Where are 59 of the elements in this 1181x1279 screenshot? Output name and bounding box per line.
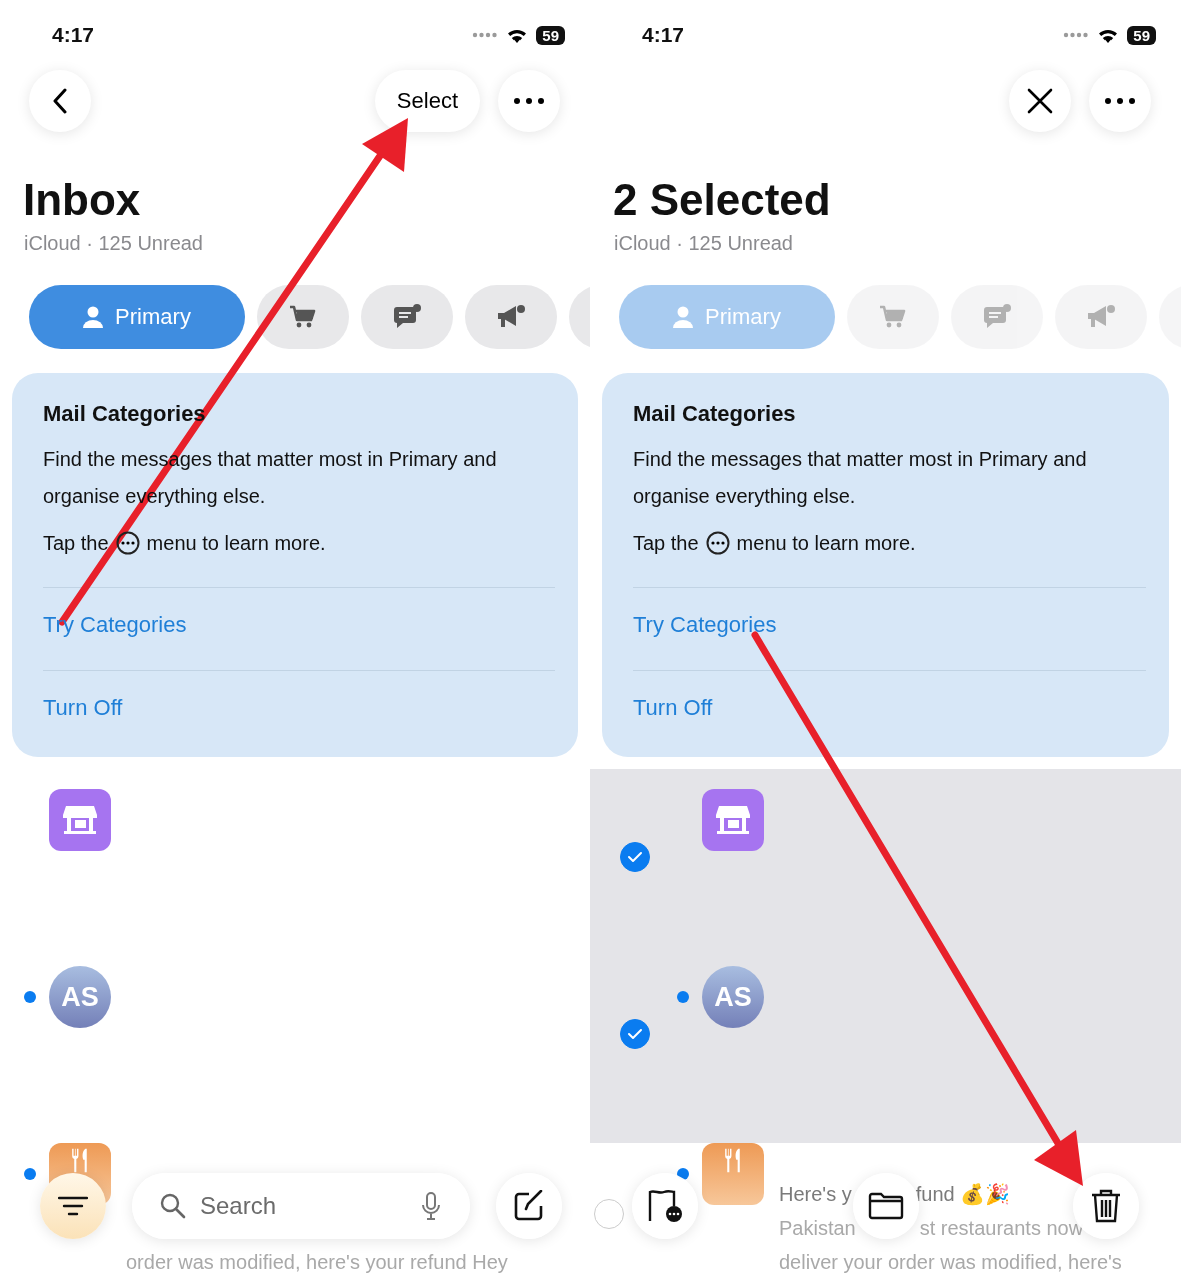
cart-tab[interactable] bbox=[257, 285, 349, 349]
filter-icon bbox=[58, 1196, 88, 1216]
checkmark-icon bbox=[627, 1028, 643, 1040]
message-text: deliver your order was modified, here's bbox=[779, 1250, 1122, 1275]
ellipsis-icon bbox=[1105, 98, 1135, 104]
message-text: Here's y bbox=[779, 1182, 852, 1207]
mailbox-title: Inbox bbox=[23, 174, 142, 226]
mailbox-title: 2 Selected bbox=[613, 174, 832, 226]
select-checkbox[interactable] bbox=[620, 842, 650, 872]
signal-icon bbox=[472, 32, 499, 38]
card-link[interactable]: Try Categories bbox=[633, 612, 1138, 638]
flag-icon bbox=[647, 1189, 683, 1223]
category-tab[interactable]: Primary bbox=[29, 285, 245, 349]
select-button[interactable]: Select bbox=[374, 70, 480, 132]
ellipsis-circle-icon bbox=[705, 531, 730, 555]
message-text: order was modified, here's your refund Hey bbox=[126, 1250, 508, 1275]
card-hint: menu to learn more. bbox=[146, 531, 326, 555]
message-text: Pakistan bbox=[779, 1216, 856, 1241]
ellipsis-icon bbox=[514, 98, 544, 104]
checkmark-icon bbox=[627, 851, 643, 863]
trash-icon bbox=[1091, 1189, 1121, 1223]
battery-level: 59 bbox=[536, 25, 565, 45]
card-link[interactable]: Turn Off bbox=[633, 695, 1138, 721]
card-link[interactable]: Try Categories bbox=[43, 612, 547, 638]
card-hint: Tap the bbox=[43, 531, 109, 555]
storefront-icon bbox=[715, 804, 751, 836]
initials-avatar: AS bbox=[702, 966, 764, 1028]
status-time: 4:17 bbox=[52, 23, 95, 47]
card-hint: Tap the bbox=[633, 531, 699, 555]
storefront-icon bbox=[62, 804, 98, 836]
compose-icon bbox=[513, 1190, 545, 1222]
person-icon bbox=[673, 306, 694, 328]
search-field[interactable]: Search bbox=[198, 1191, 410, 1221]
status-time: 4:17 bbox=[642, 23, 685, 47]
chat-bubble-icon bbox=[392, 304, 422, 330]
card-link[interactable]: Turn Off bbox=[43, 695, 547, 721]
select-checkbox[interactable] bbox=[620, 1019, 650, 1049]
mailbox-subtitle: iCloud · 125 Unread bbox=[24, 232, 204, 255]
signal-icon bbox=[1063, 32, 1090, 38]
search-icon bbox=[160, 1193, 186, 1219]
message-text: st restaurants now bbox=[919, 1216, 1084, 1241]
chat-bubble-icon bbox=[982, 304, 1012, 330]
ellipsis-circle-icon bbox=[115, 531, 140, 555]
chevron-left-icon bbox=[53, 88, 67, 114]
folder-icon bbox=[867, 1192, 904, 1220]
card-title: Mail Categories bbox=[633, 401, 797, 427]
microphone-icon[interactable] bbox=[422, 1192, 440, 1220]
person-icon bbox=[83, 306, 104, 328]
message-text: fund 💰🎉 bbox=[915, 1182, 1011, 1208]
close-icon bbox=[1027, 88, 1053, 114]
card-text: Find the messages that matter most in Primary and organise everything else. bbox=[633, 447, 1088, 509]
battery-level: 59 bbox=[1127, 25, 1156, 45]
megaphone-icon bbox=[1085, 304, 1117, 330]
megaphone-icon bbox=[495, 304, 527, 330]
card-hint: menu to learn more. bbox=[736, 531, 916, 555]
cart-icon bbox=[289, 305, 317, 329]
initials-avatar: AS bbox=[49, 966, 111, 1028]
cart-icon bbox=[879, 305, 907, 329]
mailbox-subtitle: iCloud · 125 Unread bbox=[614, 232, 794, 255]
